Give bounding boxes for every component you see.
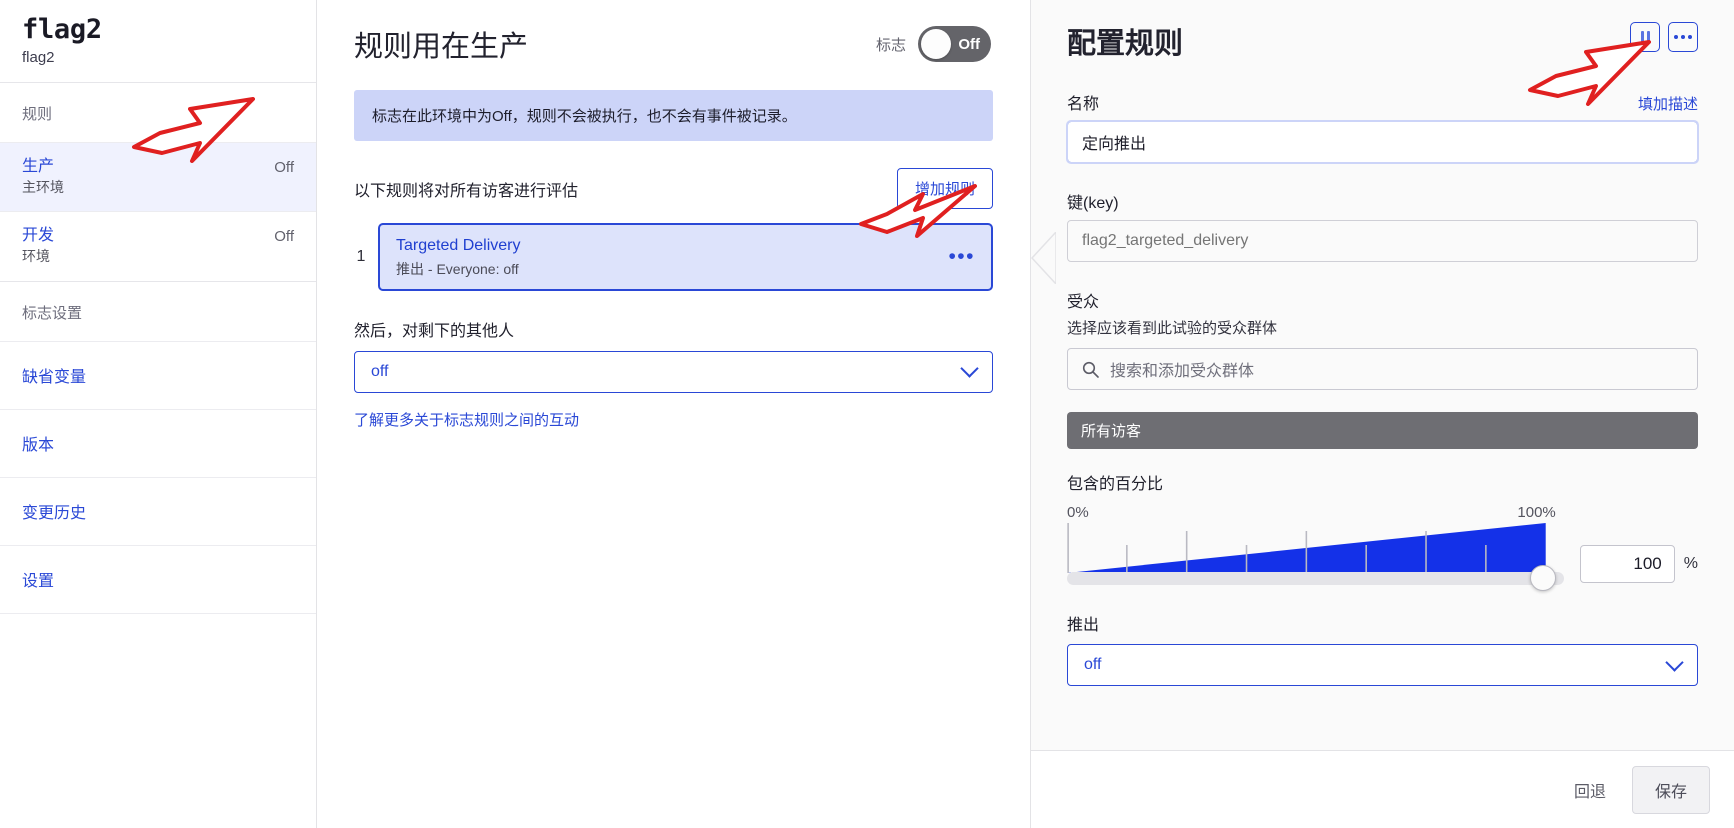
audience-search-placeholder: 搜索和添加受众群体 (1110, 363, 1255, 380)
audience-group: 受众 选择应该看到此试验的受众群体 搜索和添加受众群体 (1067, 288, 1698, 390)
percentage-label: 包含的百分比 (1067, 476, 1164, 493)
rule-index: 1 (356, 247, 366, 265)
sidebar-item-development-label: 开发 (22, 227, 55, 245)
chevron-down-icon (1665, 652, 1684, 672)
sidebar-item-production-label: 生产 (22, 157, 55, 175)
name-field-row: 名称 填加描述 (1067, 90, 1698, 114)
config-panel-body: 配置规则 名称 填加描述 定向推出 键(key) flag2_targeted_… (1031, 0, 1734, 750)
rules-panel: 规则用在生产 标志 Off 标志在此环境中为Off，规则不会被执行，也不会有事件… (317, 0, 1031, 828)
key-field-group: 键(key) (1067, 189, 1698, 262)
sidebar-item-production-status: Off (274, 158, 294, 176)
slider-thumb[interactable] (1529, 565, 1556, 591)
chevron-down-icon (960, 359, 979, 378)
rules-caption: 以下规则将对所有访客进行评估 (354, 182, 579, 200)
search-icon (1082, 361, 1099, 378)
config-panel-header: 配置规则 (1067, 20, 1698, 68)
slider-max-label: 100% (1517, 504, 1556, 521)
key-label: 键(key) (1067, 195, 1119, 212)
flag-key-subtitle: flag2 (22, 48, 55, 66)
sidebar-section-flag-settings: 标志设置 (22, 304, 83, 322)
percentage-input-group: % (1579, 545, 1698, 585)
rule-card-text: Targeted Delivery 推出 - Everyone: off (396, 235, 521, 279)
rollout-value: off (1084, 656, 1102, 673)
rule-card-targeted-delivery[interactable]: Targeted Delivery 推出 - Everyone: off ••• (378, 223, 993, 291)
pause-icon (1640, 30, 1644, 44)
fallthrough-label: 然后，对剩下的其他人 (354, 322, 515, 340)
ellipsis-icon (1688, 35, 1692, 39)
flag-toggle[interactable]: Off (918, 26, 991, 62)
pause-icon-button[interactable] (1630, 22, 1660, 52)
config-panel: 配置规则 名称 填加描述 定向推出 键(key) flag2_targeted_… (1030, 0, 1734, 828)
sidebar-item-development-desc: 环境 (22, 248, 50, 265)
more-options-button[interactable] (1668, 22, 1698, 52)
ramp-chart (1067, 523, 1546, 573)
rules-header-row: 以下规则将对所有访客进行评估 增加规则 (354, 168, 993, 209)
slider-area: 0% 100% (1067, 504, 1564, 591)
flag-toggle-label: 标志 (875, 36, 906, 54)
rule-row: 1 Targeted Delivery 推出 - Everyone: off •… (354, 223, 993, 291)
sidebar-item-production-main: 生产 主环境 (22, 157, 64, 197)
learn-more-link[interactable]: 了解更多关于标志规则之间的互动 (354, 409, 579, 430)
add-rule-button[interactable]: 增加规则 (896, 168, 993, 209)
flag-toggle-group: 标志 Off (876, 26, 991, 62)
rules-panel-header: 规则用在生产 标志 Off (354, 20, 993, 68)
config-panel-footer: 回退 保存 (1031, 750, 1734, 828)
flag-toggle-state: Off (958, 35, 980, 53)
percentage-input[interactable] (1579, 545, 1675, 583)
rule-more-icon[interactable]: ••• (948, 246, 975, 267)
percent-sign: % (1683, 555, 1698, 572)
ellipsis-icon (1674, 35, 1678, 39)
rule-name: Targeted Delivery (396, 237, 521, 254)
audience-label: 受众 (1067, 294, 1100, 311)
fallthrough-select[interactable]: off (354, 350, 993, 393)
off-state-notice: 标志在此环境中为Off，规则不会被执行，也不会有事件被记录。 (354, 90, 993, 141)
rollout-select[interactable]: off (1067, 644, 1698, 686)
sidebar-item-development-main: 开发 环境 (22, 226, 54, 266)
toggle-knob-icon (921, 29, 951, 59)
sidebar-item-production-desc: 主环境 (22, 178, 64, 195)
audience-search-box[interactable]: 搜索和添加受众群体 (1067, 348, 1698, 390)
slider-end-labels: 0% 100% (1067, 504, 1564, 521)
pause-icon (1646, 30, 1650, 44)
fallthrough-value: off (371, 362, 389, 380)
sidebar-item-production[interactable]: 生产 主环境 Off (0, 141, 316, 212)
add-description-link[interactable]: 填加描述 (1638, 93, 1698, 114)
all-visitors-bar: 所有访客 (1067, 412, 1698, 449)
config-panel-title: 配置规则 (1067, 28, 1184, 60)
revert-button[interactable]: 回退 (1558, 768, 1622, 812)
name-label: 名称 (1067, 96, 1100, 113)
rule-editor-page: flag2 flag2 规则 生产 主环境 Off 开发 环境 Off 标志设置… (0, 0, 1734, 828)
sidebar-item-development[interactable]: 开发 环境 Off (0, 211, 316, 281)
rule-name-input[interactable] (1066, 120, 1699, 164)
rollout-label: 推出 (1067, 617, 1100, 634)
sidebar-item-default-variations[interactable]: 缺省变量 (0, 340, 316, 409)
slider-graphic (1067, 523, 1564, 591)
ellipsis-icon (1681, 35, 1685, 39)
rule-key-input[interactable] (1067, 220, 1698, 262)
config-panel-actions (1630, 20, 1698, 52)
sidebar-item-change-history[interactable]: 变更历史 (0, 476, 316, 545)
sidebar: flag2 flag2 规则 生产 主环境 Off 开发 环境 Off 标志设置… (0, 0, 317, 828)
slider-min-label: 0% (1067, 504, 1089, 521)
sidebar-item-versions[interactable]: 版本 (0, 408, 316, 477)
page-title: 规则用在生产 (354, 31, 529, 63)
slider-track[interactable] (1067, 572, 1564, 585)
flag-header: flag2 flag2 (0, 0, 316, 82)
rule-meta: 推出 - Everyone: off (396, 260, 519, 277)
percentage-slider-block: 0% 100% 100 % (1067, 504, 1698, 591)
sidebar-section-rules: 规则 (22, 105, 53, 123)
save-button[interactable]: 保存 (1631, 765, 1710, 814)
sidebar-item-development-status: Off (274, 228, 294, 246)
sidebar-item-settings[interactable]: 设置 (0, 544, 316, 614)
flag-title: flag2 (22, 14, 102, 45)
audience-caption: 选择应该看到此试验的受众群体 (1067, 320, 1278, 337)
